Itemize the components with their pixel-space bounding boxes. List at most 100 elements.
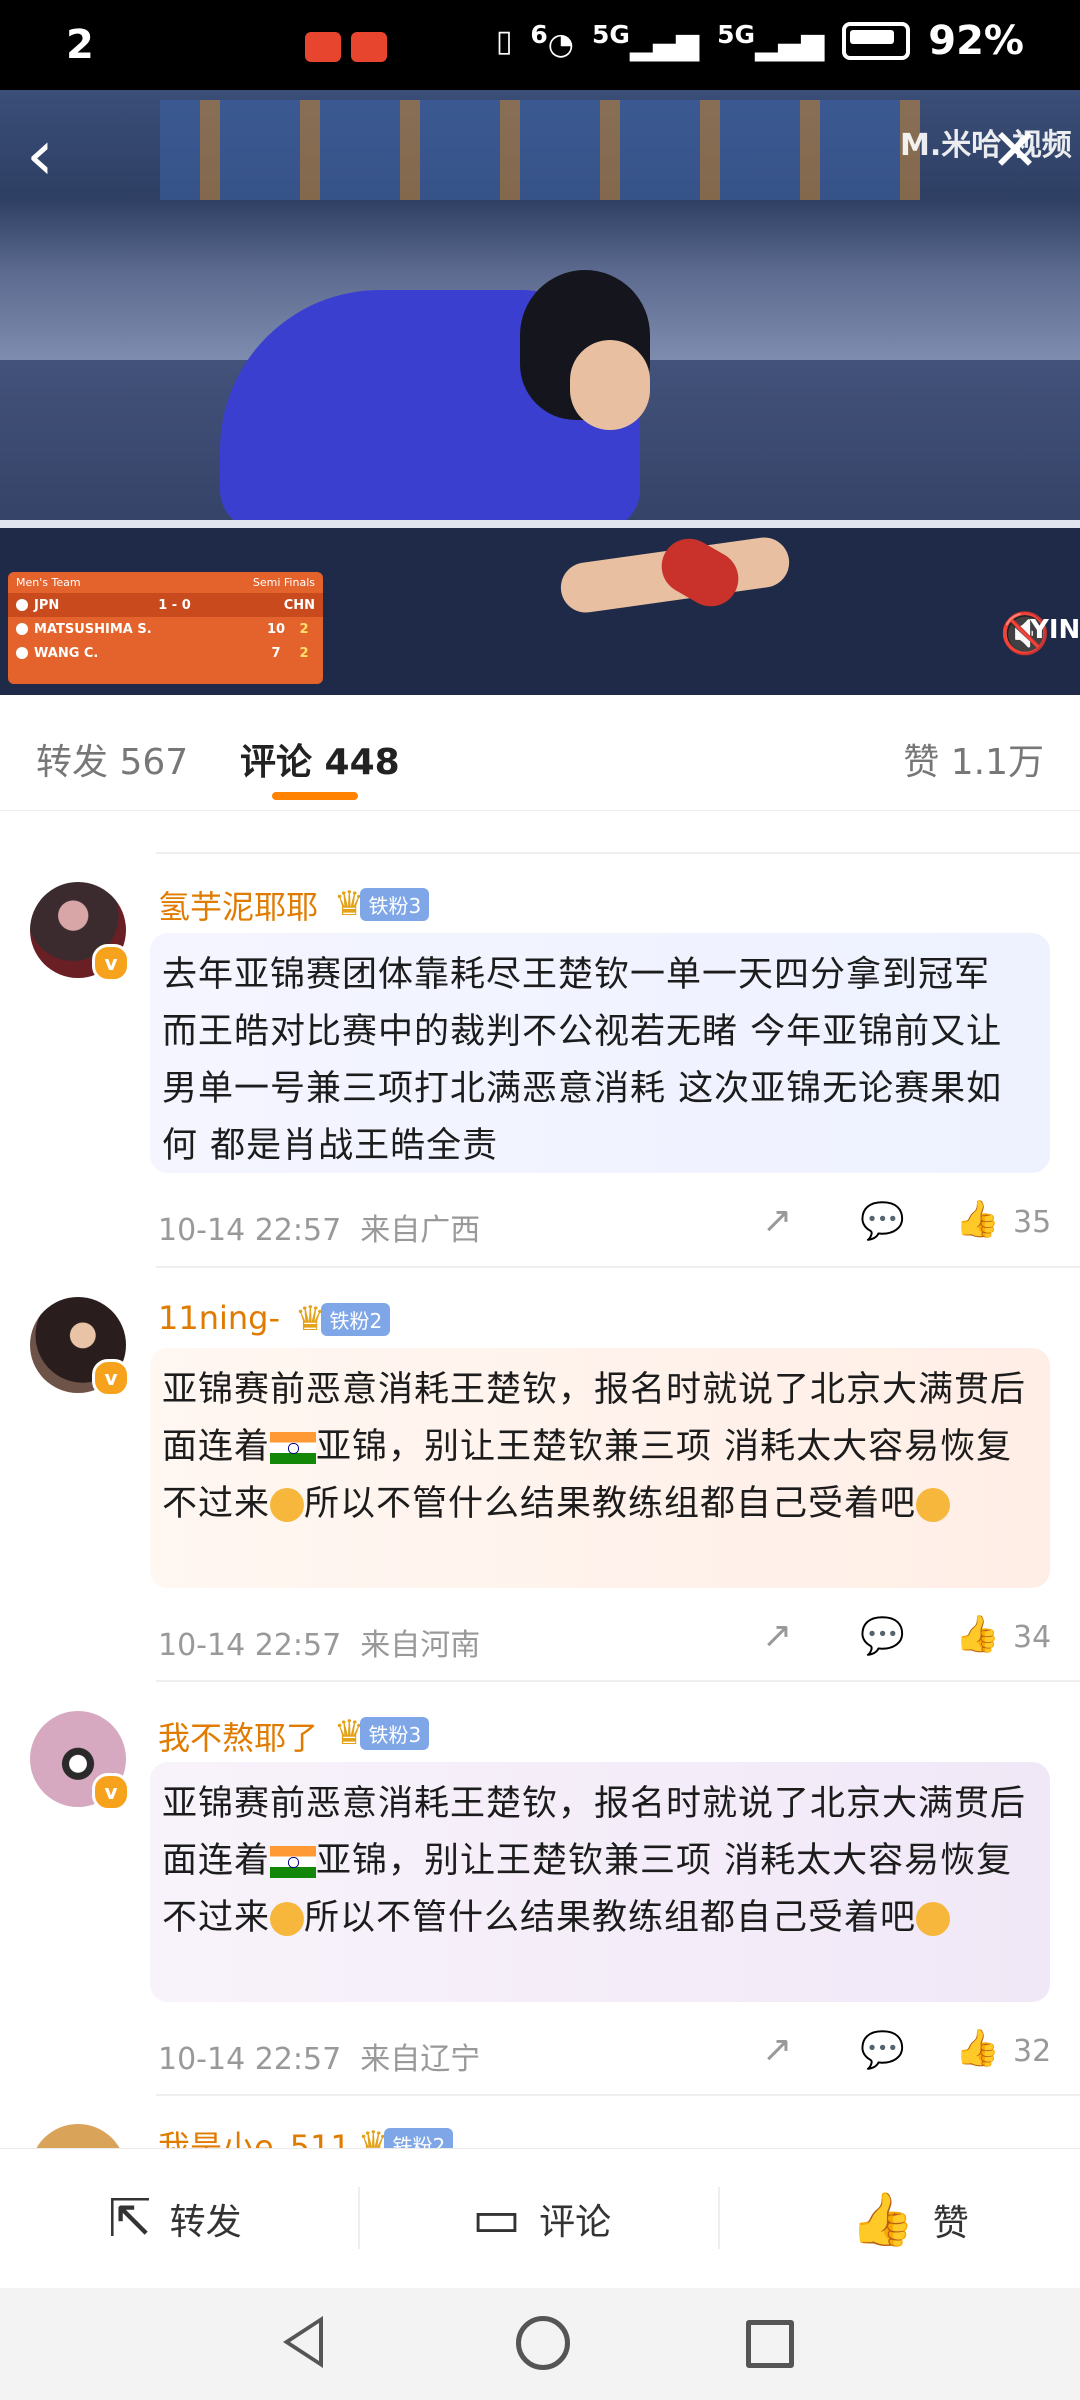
video-player-face xyxy=(570,340,650,430)
comment-location: 来自河南 xyxy=(360,1628,481,1663)
status-bar: 2 ▯ 6◔ 5G▂▄▆ 5G▂▄▆ 92% xyxy=(0,0,1080,90)
avatar[interactable]: v xyxy=(30,1297,130,1397)
video-net xyxy=(0,520,1080,528)
like-button[interactable]: 👍 xyxy=(955,2027,1000,2069)
avatar[interactable]: v xyxy=(30,882,130,982)
system-nav-bar xyxy=(0,2288,1080,2400)
thumbs-up-icon: 👍 xyxy=(850,2190,915,2250)
comment-icon: 💬 xyxy=(860,1201,905,1242)
separator xyxy=(358,2187,360,2249)
divider xyxy=(156,1266,1080,1268)
emoji-icon xyxy=(916,1902,951,1936)
comment-icon: 💬 xyxy=(860,1616,905,1657)
comment-text: 亚锦赛前恶意消耗王楚钦，报名时就说了北京大满贯后面连着 亚锦，别让王楚钦兼三项 消… xyxy=(150,1762,1050,2002)
player-flag-icon xyxy=(16,623,28,635)
reply-button[interactable]: 💬 xyxy=(860,2029,905,2071)
scoreboard-player-row: WANG C. 7 2 xyxy=(8,641,323,665)
share-button[interactable]: ↗ xyxy=(762,2029,792,2070)
bottom-action-bar: ⇱ 转发 ▭ 评论 👍 赞 xyxy=(0,2148,1080,2289)
video-player[interactable]: ‹ M.米哈 视频 ✕ Men's Team Semi Finals JPN 1… xyxy=(0,90,1080,695)
tab-likes[interactable]: 赞 1.1万 xyxy=(903,733,1044,785)
close-button[interactable]: ✕ xyxy=(985,115,1045,185)
scoreboard-team-score: 1 - 0 xyxy=(158,597,191,613)
back-button[interactable]: ‹ xyxy=(26,110,86,200)
close-icon: ✕ xyxy=(990,116,1040,184)
verified-badge-icon: v xyxy=(92,1773,130,1811)
like-button[interactable]: 👍 xyxy=(955,1198,1000,1240)
comment-username[interactable]: 我不熬耶了 xyxy=(158,1713,318,1759)
comment-time: 10-14 22:57 xyxy=(158,1213,342,1248)
thumbs-up-icon: 👍 xyxy=(955,1199,1000,1240)
like-count: 35 xyxy=(1013,1205,1052,1240)
tab-repost[interactable]: 转发 567 xyxy=(36,733,188,785)
detail-tabs: 转发 567 评论 448 赞 1.1万 xyxy=(0,695,1080,811)
comment-button[interactable]: ▭ 评论 xyxy=(472,2189,611,2249)
comment-time: 10-14 22:57 xyxy=(158,1628,342,1663)
comment-meta: 10-14 22:57 来自广西 xyxy=(158,1205,480,1249)
scoreboard: Men's Team Semi Finals JPN 1 - 0 CHN MAT… xyxy=(8,572,323,684)
comment-username[interactable]: 氢芋泥耶耶 xyxy=(158,882,318,928)
avatar[interactable]: v xyxy=(30,1711,130,1811)
like-button[interactable]: 👍 xyxy=(955,1613,1000,1655)
comment-text: 去年亚锦赛团体靠耗尽王楚钦一单一天四分拿到冠军 而王皓对比赛中的裁判不公视若无睹… xyxy=(150,933,1050,1173)
notification-icon xyxy=(305,32,341,62)
comment-username[interactable]: 11ning- xyxy=(158,1299,280,1337)
nav-home-icon[interactable] xyxy=(516,2316,570,2370)
comment-location: 来自广西 xyxy=(360,1213,481,1248)
india-flag-icon xyxy=(270,1432,317,1464)
comment-meta: 10-14 22:57 来自辽宁 xyxy=(158,2034,480,2078)
fan-badge: ♛ 铁粉2 xyxy=(295,1299,391,1339)
divider xyxy=(156,1680,1080,1682)
video-watermark: YIN xyxy=(1030,615,1080,645)
separator xyxy=(718,2187,720,2249)
back-arrow-icon: ‹ xyxy=(26,114,54,196)
reply-button[interactable]: 💬 xyxy=(860,1200,905,1242)
comment-label: 评论 xyxy=(539,2202,612,2243)
share-icon: ↗ xyxy=(762,1200,793,1241)
battery-percent: 92% xyxy=(928,18,1024,64)
scoreboard-player-points: 7 xyxy=(271,645,281,661)
emoji-icon xyxy=(916,1488,951,1522)
scoreboard-player-name: WANG C. xyxy=(34,645,99,661)
emoji-icon xyxy=(270,1488,305,1522)
share-button[interactable]: ↗ xyxy=(762,1200,792,1241)
comment-time: 10-14 22:57 xyxy=(158,2042,342,2077)
avatar[interactable] xyxy=(30,2124,126,2148)
scoreboard-player-points: 10 xyxy=(266,621,286,637)
fan-badge: ♛ 铁粉3 xyxy=(334,884,430,924)
repost-button[interactable]: ⇱ 转发 xyxy=(108,2189,242,2249)
repost-label: 转发 xyxy=(169,2202,242,2243)
comment-icon: ▭ xyxy=(472,2189,522,2249)
comment-icon: 💬 xyxy=(860,2030,905,2071)
comment-meta: 10-14 22:57 来自河南 xyxy=(158,1620,480,1664)
tab-comments[interactable]: 评论 448 xyxy=(240,733,400,785)
video-background-stands xyxy=(160,100,920,200)
emoji-icon xyxy=(270,1902,305,1936)
notification-icon xyxy=(351,32,387,62)
comment-text: 亚锦赛前恶意消耗王楚钦，报名时就说了北京大满贯后面连着 亚锦，别让王楚钦兼三项 消… xyxy=(150,1348,1050,1588)
divider xyxy=(156,2094,1080,2096)
status-left-indicator: 2 xyxy=(66,22,94,68)
verified-badge-icon: v xyxy=(92,1359,130,1397)
nav-recents-icon[interactable] xyxy=(746,2320,794,2368)
nav-back-icon-inner xyxy=(290,2323,319,2361)
like-button[interactable]: 👍 赞 xyxy=(850,2189,969,2250)
divider xyxy=(156,852,1080,854)
status-right: ▯ 6◔ 5G▂▄▆ 5G▂▄▆ 92% xyxy=(496,18,1024,64)
like-label: 赞 xyxy=(932,2202,969,2244)
cellular-signal-icon: 5G▂▄▆ xyxy=(591,20,700,62)
comment-username[interactable]: 我是小e_511 xyxy=(158,2122,351,2148)
share-icon: ↗ xyxy=(762,2029,793,2070)
share-button[interactable]: ↗ xyxy=(762,1615,792,1656)
fan-badge: ♛ 铁粉2 xyxy=(358,2124,454,2148)
scoreboard-team-right: CHN xyxy=(283,597,316,613)
thumbs-up-icon: 👍 xyxy=(955,2028,1000,2069)
reply-button[interactable]: 💬 xyxy=(860,1615,905,1657)
scoreboard-player-games: 2 xyxy=(299,645,309,661)
notification-icons xyxy=(305,32,387,62)
comment-item[interactable]: 我是小e_511 ♛ 铁粉2 xyxy=(0,2102,1080,2148)
scoreboard-team-row: JPN 1 - 0 CHN xyxy=(8,593,323,617)
scoreboard-stage: Semi Finals xyxy=(252,576,315,589)
scoreboard-player-name: MATSUSHIMA S. xyxy=(34,621,152,637)
cellular-signal-icon-2: 5G▂▄▆ xyxy=(717,20,825,62)
